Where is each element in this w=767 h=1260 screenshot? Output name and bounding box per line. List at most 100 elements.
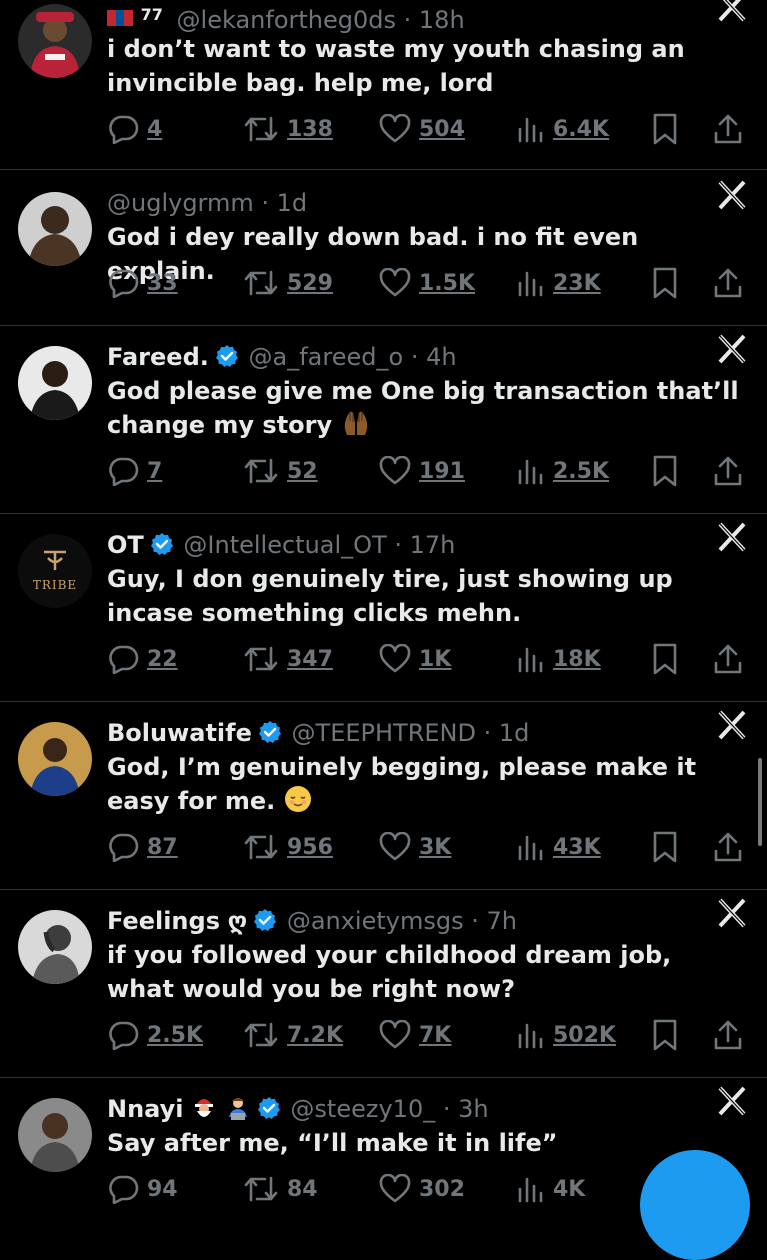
- like-icon: [379, 268, 411, 297]
- avatar[interactable]: [18, 346, 92, 420]
- retweet-button[interactable]: 84: [243, 1172, 318, 1206]
- user-handle[interactable]: @Intellectual_OT: [183, 531, 386, 559]
- tweet[interactable]: 77 @lekanfortheg0ds · 18h i don’t want t…: [0, 0, 767, 170]
- like-button[interactable]: 7K: [379, 1018, 451, 1052]
- retweet-button[interactable]: 52: [243, 454, 318, 488]
- reply-button[interactable]: 22: [107, 642, 178, 676]
- user-handle[interactable]: @TEEPHTREND: [292, 719, 476, 747]
- verified-badge-icon: [150, 532, 174, 563]
- reply-button[interactable]: 94: [107, 1172, 178, 1206]
- views-button[interactable]: 18K: [515, 642, 601, 676]
- user-handle[interactable]: @uglygrmm: [107, 189, 254, 217]
- retweet-button[interactable]: 347: [243, 642, 333, 676]
- like-count: 504: [419, 116, 465, 142]
- share-button[interactable]: [713, 642, 743, 676]
- close-x-icon[interactable]: [715, 520, 749, 554]
- tweet-time[interactable]: · 7h: [471, 907, 517, 935]
- retweet-count: 52: [287, 458, 318, 484]
- tweet[interactable]: TRIBE OT @Intellectual_OT · 17h Guy, I d…: [0, 514, 767, 702]
- like-button[interactable]: 504: [379, 112, 465, 146]
- views-button[interactable]: 6.4K: [515, 112, 609, 146]
- tweet-time[interactable]: · 3h: [443, 1095, 489, 1123]
- tweet-time[interactable]: · 1d: [484, 719, 530, 747]
- close-x-icon[interactable]: [715, 1084, 749, 1118]
- user-handle[interactable]: @steezy10_: [290, 1095, 435, 1123]
- bookmark-icon: [653, 831, 677, 863]
- views-button[interactable]: 4K: [515, 1172, 585, 1206]
- reply-button[interactable]: 2.5K: [107, 1018, 203, 1052]
- avatar[interactable]: [18, 910, 92, 984]
- retweet-button[interactable]: 956: [243, 830, 333, 864]
- verified-badge-icon: [215, 344, 239, 375]
- close-x-icon[interactable]: [715, 708, 749, 742]
- share-button[interactable]: [713, 112, 743, 146]
- reply-count: 7: [147, 458, 163, 484]
- reply-button[interactable]: 33: [107, 266, 178, 300]
- reply-count: 4: [147, 116, 163, 142]
- views-button[interactable]: 2.5K: [515, 454, 609, 488]
- views-icon: [518, 271, 543, 297]
- compose-button[interactable]: [640, 1150, 750, 1260]
- bookmark-button[interactable]: [651, 454, 679, 488]
- views-button[interactable]: 502K: [515, 1018, 616, 1052]
- retweet-icon: [244, 1022, 278, 1048]
- retweet-count: 529: [287, 270, 333, 296]
- like-button[interactable]: 302: [379, 1172, 465, 1206]
- tweet[interactable]: Feelings ღ @anxietymsgs · 7h if you foll…: [0, 890, 767, 1078]
- tweet-text: Say after me, “I’ll make it in life”: [107, 1129, 558, 1157]
- user-name[interactable]: Fareed.: [107, 343, 209, 371]
- like-button[interactable]: 191: [379, 454, 465, 488]
- views-icon: [518, 1023, 543, 1049]
- verified-badge-icon: [258, 720, 282, 751]
- share-button[interactable]: [713, 830, 743, 864]
- like-button[interactable]: 3K: [379, 830, 451, 864]
- like-button[interactable]: 1K: [379, 642, 451, 676]
- tweet-time[interactable]: · 18h: [404, 6, 465, 34]
- tweet[interactable]: Fareed. @a_fareed_o · 4h God please give…: [0, 326, 767, 514]
- views-button[interactable]: 23K: [515, 266, 601, 300]
- like-icon: [379, 114, 411, 143]
- close-x-icon[interactable]: [715, 0, 749, 24]
- user-handle[interactable]: @anxietymsgs: [287, 907, 464, 935]
- like-icon: [379, 832, 411, 861]
- reply-button[interactable]: 87: [107, 830, 178, 864]
- close-x-icon[interactable]: [715, 178, 749, 212]
- tweet[interactable]: @uglygrmm · 1d God i dey really down bad…: [0, 170, 767, 326]
- share-button[interactable]: [713, 454, 743, 488]
- retweet-count: 347: [287, 646, 333, 672]
- share-icon: [714, 1020, 742, 1050]
- views-button[interactable]: 43K: [515, 830, 601, 864]
- share-button[interactable]: [713, 266, 743, 300]
- avatar[interactable]: TRIBE: [18, 534, 92, 608]
- avatar[interactable]: [18, 192, 92, 266]
- bookmark-button[interactable]: [651, 112, 679, 146]
- close-x-icon[interactable]: [715, 332, 749, 366]
- user-handle[interactable]: @lekanfortheg0ds: [177, 6, 396, 34]
- user-name[interactable]: Feelings: [107, 907, 220, 935]
- bookmark-button[interactable]: [651, 1018, 679, 1052]
- share-button[interactable]: [713, 1018, 743, 1052]
- avatar[interactable]: [18, 1098, 92, 1172]
- tweet[interactable]: Boluwatife @TEEPHTREND · 1d God, I’m gen…: [0, 702, 767, 890]
- retweet-button[interactable]: 7.2K: [243, 1018, 343, 1052]
- reply-button[interactable]: 4: [107, 112, 162, 146]
- avatar[interactable]: [18, 4, 92, 78]
- user-name[interactable]: OT: [107, 531, 144, 559]
- like-button[interactable]: 1.5K: [379, 266, 475, 300]
- user-name[interactable]: Boluwatife: [107, 719, 252, 747]
- bookmark-button[interactable]: [651, 642, 679, 676]
- scrollbar[interactable]: [758, 758, 762, 846]
- user-name[interactable]: Nnayi: [107, 1095, 184, 1123]
- retweet-button[interactable]: 529: [243, 266, 333, 300]
- avatar[interactable]: [18, 722, 92, 796]
- tweet-time[interactable]: · 4h: [411, 343, 457, 371]
- bookmark-button[interactable]: [651, 830, 679, 864]
- retweet-button[interactable]: 138: [243, 112, 333, 146]
- bookmark-button[interactable]: [651, 266, 679, 300]
- views-count: 502K: [553, 1022, 616, 1048]
- close-x-icon[interactable]: [715, 896, 749, 930]
- user-handle[interactable]: @a_fareed_o: [249, 343, 404, 371]
- tweet-time[interactable]: · 17h: [394, 531, 455, 559]
- reply-button[interactable]: 7: [107, 454, 162, 488]
- tweet-time[interactable]: · 1d: [261, 189, 307, 217]
